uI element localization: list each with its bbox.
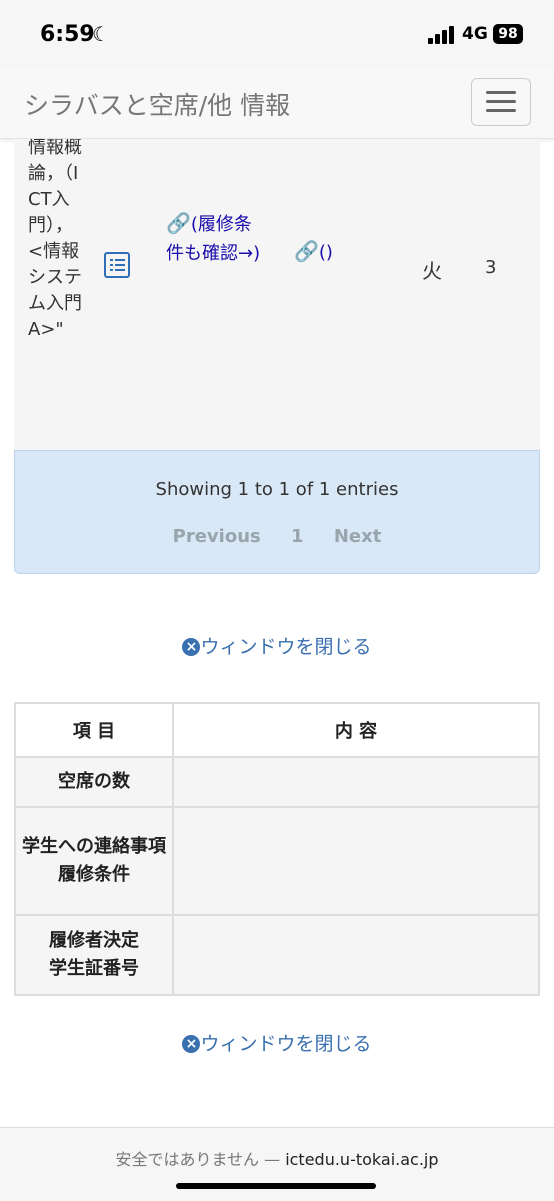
enrollment-label: 履修者決定 — [49, 930, 139, 951]
close-window-link-bottom[interactable]: × ウィンドウを閉じる — [0, 1029, 554, 1056]
row-label-notice: 学生への連絡事項 履修条件 — [14, 806, 174, 916]
requirements-label: 履修条件 — [58, 864, 130, 885]
entries-info: Showing 1 to 1 of 1 entries — [155, 479, 399, 500]
table-row: 履修者決定 学生証番号 — [14, 914, 540, 996]
app-header: シラバスと空席/他 情報 — [0, 68, 554, 139]
status-time: 6:59 — [40, 22, 95, 47]
previous-button[interactable]: Previous — [173, 526, 261, 547]
hamburger-icon-bar — [486, 109, 516, 112]
course-name: 情報概論，（ICT入門），<情報システム入門A>" — [28, 139, 82, 340]
student-id-label: 学生証番号 — [49, 958, 139, 979]
syllabus-list-icon[interactable] — [104, 252, 130, 278]
table-row: 学生への連絡事項 履修条件 — [14, 806, 540, 916]
url-domain: ictedu.u-tokai.ac.jp — [285, 1150, 439, 1169]
link-icon: 🔗 — [166, 211, 191, 235]
table-info-box: Showing 1 to 1 of 1 entries Previous 1 N… — [14, 450, 540, 574]
header-content: 内 容 — [172, 702, 540, 758]
close-window-text: ウィンドウを閉じる — [200, 636, 372, 658]
home-indicator — [176, 1183, 376, 1189]
notice-label: 学生への連絡事項 — [22, 836, 166, 857]
detail-table: 項 目 内 容 空席の数 学生への連絡事項 履修条件 履修者決定 学生証番号 — [14, 702, 540, 996]
moon-icon: ☾ — [92, 22, 110, 46]
table-row: 空席の数 — [14, 756, 540, 808]
table-row: 情報概論，（ICT入門），<情報システム入門A>" 🔗(履修条件も確認→) 🔗(… — [14, 139, 540, 450]
table-header-row: 項 目 内 容 — [14, 702, 540, 758]
header-item: 項 目 — [14, 702, 174, 758]
requirements-link[interactable]: 🔗(履修条件も確認→) — [166, 209, 266, 268]
hamburger-icon-bar — [486, 100, 516, 103]
page-title: シラバスと空席/他 情報 — [24, 91, 291, 120]
close-icon: × — [182, 638, 201, 656]
network-type: 4G — [462, 24, 488, 44]
link-icon: 🔗 — [294, 239, 319, 263]
menu-button[interactable] — [471, 78, 531, 126]
page-button[interactable]: 1 — [291, 526, 304, 547]
close-window-link[interactable]: × ウィンドウを閉じる — [0, 632, 554, 659]
address-bar[interactable]: 安全ではありません — ictedu.u-tokai.ac.jp — [0, 1127, 554, 1201]
status-bar: 6:59 ☾ 4G 98 — [0, 0, 554, 68]
course-period: 3 — [485, 257, 497, 278]
vacancy-link-text: () — [318, 242, 333, 263]
signal-icon — [428, 26, 456, 44]
close-icon: × — [182, 1035, 201, 1053]
security-warning: 安全ではありません — — [115, 1150, 286, 1169]
hamburger-icon — [486, 91, 516, 94]
row-label-vacancy: 空席の数 — [14, 756, 174, 808]
next-button[interactable]: Next — [334, 526, 382, 547]
url-text: 安全ではありません — ictedu.u-tokai.ac.jp — [0, 1146, 554, 1170]
row-value — [172, 914, 540, 996]
close-window-text: ウィンドウを閉じる — [200, 1033, 372, 1055]
row-value — [172, 756, 540, 808]
vacancy-link[interactable]: 🔗() — [294, 239, 333, 263]
course-day: 火 — [422, 259, 442, 283]
pagination: Previous 1 Next — [15, 526, 539, 547]
battery-icon: 98 — [493, 24, 523, 44]
row-label-enrollment: 履修者決定 学生証番号 — [14, 914, 174, 996]
row-value — [172, 806, 540, 916]
